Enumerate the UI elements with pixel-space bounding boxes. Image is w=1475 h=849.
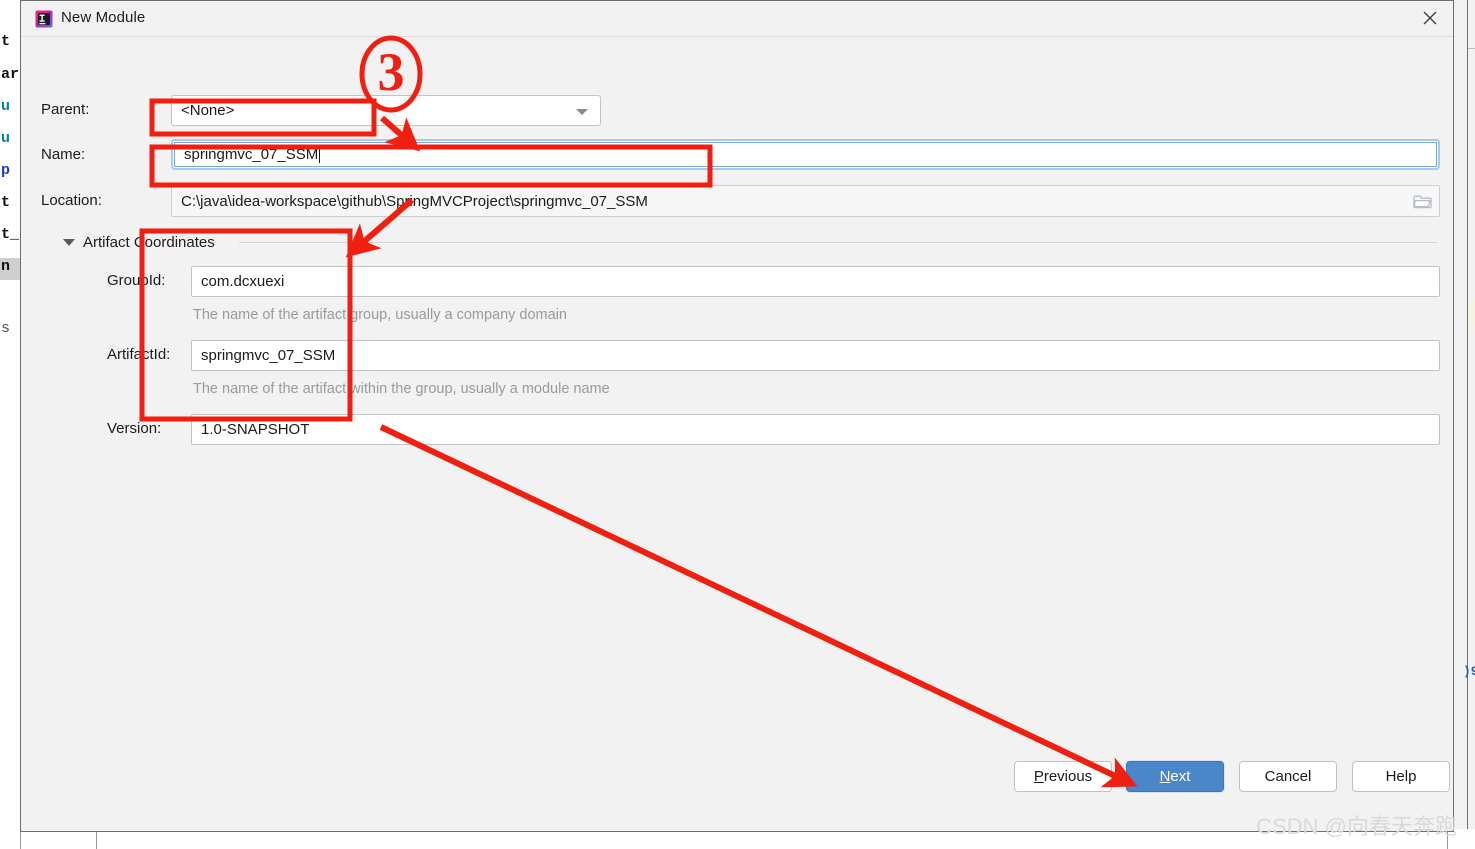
previous-button[interactable]: Previous (1014, 761, 1112, 792)
previous-label: Previous (1034, 768, 1092, 785)
cancel-button[interactable]: Cancel (1239, 761, 1337, 792)
parent-combobox[interactable]: <None> (171, 95, 601, 126)
background-code-line: t_ (1, 226, 20, 243)
background-divider (20, 829, 21, 849)
help-label: Help (1385, 768, 1417, 785)
artifact-id-label: ArtifactId: (107, 346, 171, 363)
version-input[interactable]: 1.0-SNAPSHOT (191, 414, 1440, 445)
location-input[interactable]: C:\java\idea-workspace\github\SpringMVCP… (171, 185, 1440, 217)
chevron-down-icon (576, 108, 588, 115)
background-code-line: s (1, 320, 11, 337)
screenshot-root: t ar u u p t t_ n s )9 New Module Parent… (0, 0, 1475, 849)
folder-icon[interactable] (1411, 192, 1433, 210)
new-module-dialog: New Module Parent: <None> Name: springmv… (20, 0, 1454, 832)
section-divider (239, 242, 1437, 243)
dialog-button-bar: Previous Next Cancel Help (21, 745, 1453, 831)
background-horizontal-rule (1468, 48, 1475, 49)
artifact-id-value: springmvc_07_SSM (201, 347, 336, 364)
parent-label: Parent: (41, 101, 90, 118)
previous-rest: revious (1043, 768, 1093, 785)
dialog-title: New Module (61, 9, 146, 26)
group-id-hint: The name of the artifact group, usually … (193, 307, 567, 323)
help-button[interactable]: Help (1352, 761, 1450, 792)
next-button[interactable]: Next (1126, 761, 1224, 792)
location-label: Location: (41, 192, 102, 209)
location-value: C:\java\idea-workspace\github\SpringMVCP… (181, 192, 648, 210)
background-code-line: u (1, 98, 11, 115)
text-caret (319, 146, 321, 163)
name-input[interactable]: springmvc_07_SSM (174, 142, 1437, 167)
background-code-line: t (1, 194, 11, 211)
artifact-coordinates-section-header[interactable]: Artifact Coordinates (63, 234, 215, 251)
group-id-input[interactable]: com.dcxuexi (191, 266, 1440, 297)
dialog-titlebar: New Module (21, 1, 1453, 37)
group-id-value: com.dcxuexi (201, 273, 285, 290)
version-label: Version: (107, 420, 162, 437)
background-code-line: u (1, 130, 11, 147)
background-divider (96, 829, 97, 849)
next-mnemonic: N (1159, 768, 1171, 785)
background-code-snippet: )9 (1463, 664, 1475, 679)
artifact-coordinates-label: Artifact Coordinates (83, 234, 215, 251)
artifact-id-hint: The name of the artifact within the grou… (193, 381, 610, 397)
name-value: springmvc_07_SSM (184, 146, 319, 163)
background-highlight-swatch (1468, 300, 1475, 328)
next-rest: ext (1170, 768, 1191, 785)
dialog-form: Parent: <None> Name: springmvc_07_SSM Lo… (21, 37, 1453, 782)
name-label: Name: (41, 146, 86, 163)
background-editor-bottom (0, 829, 1475, 849)
chevron-down-icon[interactable] (63, 239, 75, 246)
cancel-label: Cancel (1264, 768, 1312, 785)
artifact-id-input[interactable]: springmvc_07_SSM (191, 340, 1440, 371)
parent-value: <None> (181, 102, 235, 119)
watermark: CSDN @向春天奔跑 (1256, 814, 1457, 839)
background-vertical-rule (1467, 0, 1468, 830)
background-code-line: p (1, 162, 11, 179)
group-id-label: GroupId: (107, 272, 166, 289)
background-code-line: ar (1, 66, 20, 83)
next-label: Next (1160, 768, 1191, 785)
version-value: 1.0-SNAPSHOT (201, 421, 310, 438)
background-code-line: n (1, 258, 11, 275)
close-icon[interactable] (1407, 1, 1453, 35)
previous-mnemonic: P (1033, 768, 1044, 785)
background-code-line: t (1, 33, 11, 50)
intellij-idea-icon (35, 10, 53, 28)
